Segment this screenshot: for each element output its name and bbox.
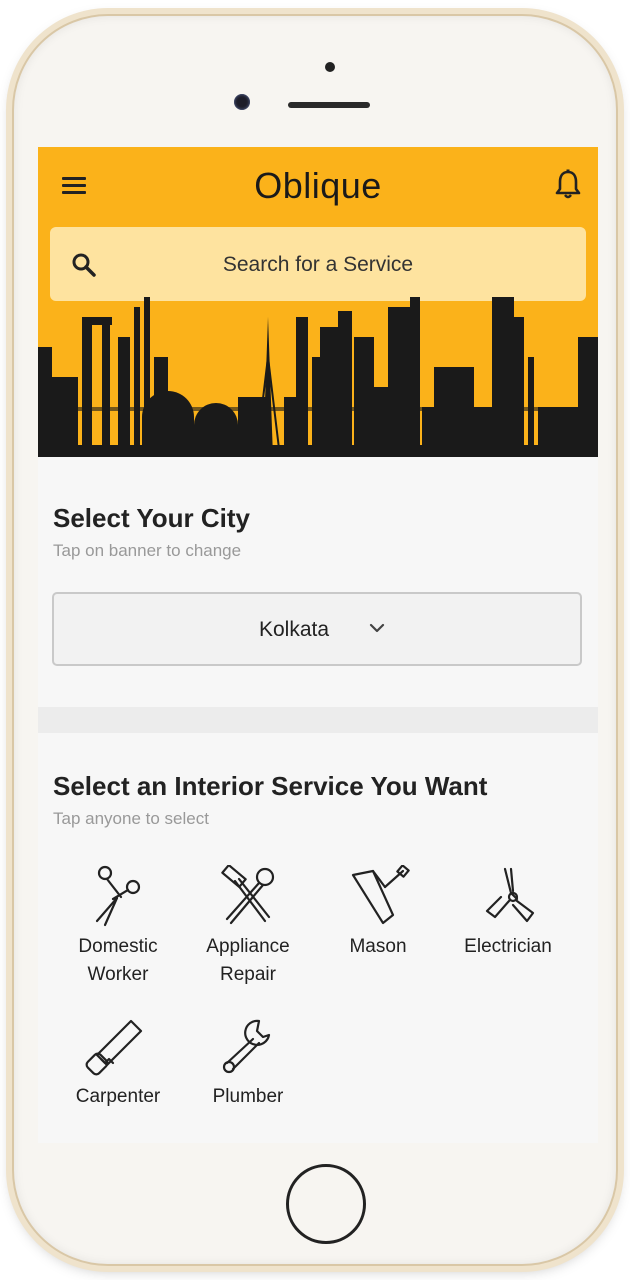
city-section: Select Your City Tap on banner to change… [38, 457, 598, 707]
service-electrician[interactable]: Electrician [443, 865, 573, 961]
scissors-icon [95, 865, 141, 927]
pliers-icon [485, 867, 535, 923]
notification-bell-icon[interactable] [555, 169, 581, 199]
service-mason[interactable]: Mason [313, 865, 443, 961]
service-section-title: Select an Interior Service You Want [53, 771, 488, 801]
city-dropdown[interactable]: Kolkata [52, 592, 582, 666]
service-section: Select an Interior Service You Want Tap … [38, 733, 598, 1143]
chevron-down-icon [369, 623, 385, 633]
service-section-subtitle: Tap anyone to select [53, 809, 209, 828]
search-input[interactable]: Search for a Service [50, 227, 586, 301]
city-section-subtitle: Tap on banner to change [53, 541, 242, 560]
service-label: Electrician [464, 936, 552, 957]
industrial-skyline-illustration [38, 297, 598, 457]
city-section-title: Select Your City [53, 503, 250, 533]
service-label: Carpenter [75, 1086, 161, 1107]
selected-city: Kolkata [259, 618, 330, 641]
service-label: Domestic Worker [78, 936, 158, 985]
wrench-icon [222, 1019, 271, 1074]
earpiece-speaker [288, 102, 370, 108]
hammer-wrench-icon [221, 865, 275, 925]
trowel-icon [351, 865, 410, 925]
search-placeholder: Search for a Service [222, 253, 414, 276]
service-plumber[interactable]: Plumber [183, 1015, 313, 1111]
service-label: Appliance Repair [206, 936, 290, 985]
front-camera [234, 94, 250, 110]
service-label: Plumber [212, 1086, 284, 1107]
service-domestic-worker[interactable]: Domestic Worker [53, 865, 183, 989]
section-divider [38, 707, 598, 733]
proximity-sensor [325, 62, 335, 72]
service-appliance-repair[interactable]: Appliance Repair [183, 865, 313, 989]
service-label: Mason [349, 936, 407, 957]
service-carpenter[interactable]: Carpenter [53, 1015, 183, 1111]
app-screen: Oblique Search for a Service Select Your… [38, 147, 598, 1143]
saw-icon [85, 1019, 143, 1076]
home-button[interactable] [286, 1164, 366, 1244]
app-title: Oblique [254, 165, 382, 206]
app-header: Oblique Search for a Service [38, 147, 598, 457]
